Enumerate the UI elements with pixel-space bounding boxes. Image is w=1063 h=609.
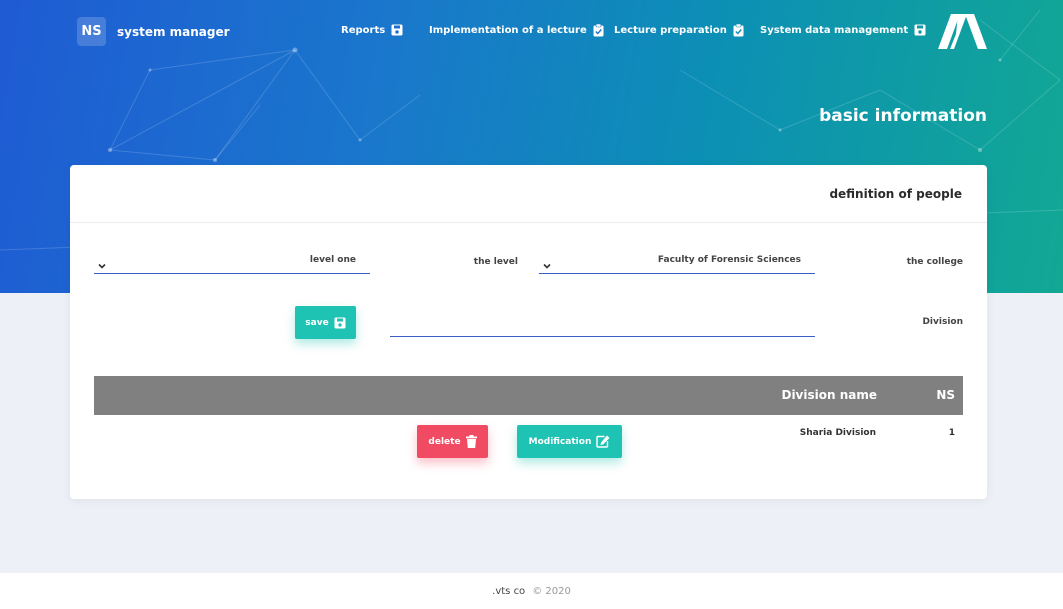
chevron-down-icon (542, 256, 552, 275)
modify-button[interactable]: Modification (517, 425, 622, 458)
card-header: definition of people (70, 165, 987, 223)
brand-badge: NS (77, 17, 106, 46)
modify-button-label: Modification (528, 436, 592, 447)
brand[interactable]: NS system manager (77, 17, 230, 46)
nav-item-system-data-management[interactable]: System data management (760, 24, 926, 36)
nav-item-label: Reports (341, 24, 386, 36)
save-icon (914, 24, 926, 36)
brand-name: system manager (117, 24, 230, 39)
page-title: basic information (819, 106, 987, 126)
level-label: the level (473, 257, 518, 267)
nav-item-implementation[interactable]: Implementation of a lecture (429, 24, 604, 37)
college-label: the college (906, 257, 963, 267)
delete-button-label: delete (428, 436, 461, 447)
table-header: NS Division name (94, 376, 963, 415)
trash-icon (465, 435, 477, 448)
nav-item-label: System data management (760, 24, 909, 36)
logo-icon (938, 14, 988, 53)
clipboard-check-icon (593, 24, 604, 37)
save-icon (334, 317, 346, 329)
save-button[interactable]: save (295, 306, 356, 339)
clipboard-check-icon (733, 24, 744, 37)
footer-copyright: © 2020 (532, 585, 571, 597)
delete-button[interactable]: delete (417, 425, 488, 458)
college-select[interactable]: Faculty of Forensic Sciences (539, 250, 815, 274)
card-title: definition of people (829, 187, 962, 201)
edit-icon (596, 435, 610, 448)
people-definition-card: definition of people the college Faculty… (70, 165, 987, 499)
cell-ns: 1 (948, 428, 955, 438)
level-select-value: level one (309, 255, 356, 265)
column-header-ns: NS (936, 388, 955, 402)
save-button-label: save (305, 317, 329, 328)
division-label: Division (922, 317, 963, 327)
column-header-division-name: Division name (781, 388, 877, 402)
division-input[interactable] (390, 313, 815, 337)
nav-item-label: Implementation of a lecture (429, 25, 587, 36)
cell-division-name: Sharia Division (799, 428, 876, 438)
footer-company: .vts co (492, 585, 526, 597)
nav-item-reports[interactable]: Reports (341, 24, 403, 36)
nav-item-label: Lecture preparation (614, 25, 727, 36)
chevron-down-icon (97, 256, 107, 275)
nav-item-lecture-preparation[interactable]: Lecture preparation (614, 24, 744, 37)
college-select-value: Faculty of Forensic Sciences (657, 255, 801, 265)
save-icon (391, 24, 403, 36)
level-select[interactable]: level one (94, 250, 370, 274)
footer: .vts co © 2020 (0, 573, 1063, 609)
